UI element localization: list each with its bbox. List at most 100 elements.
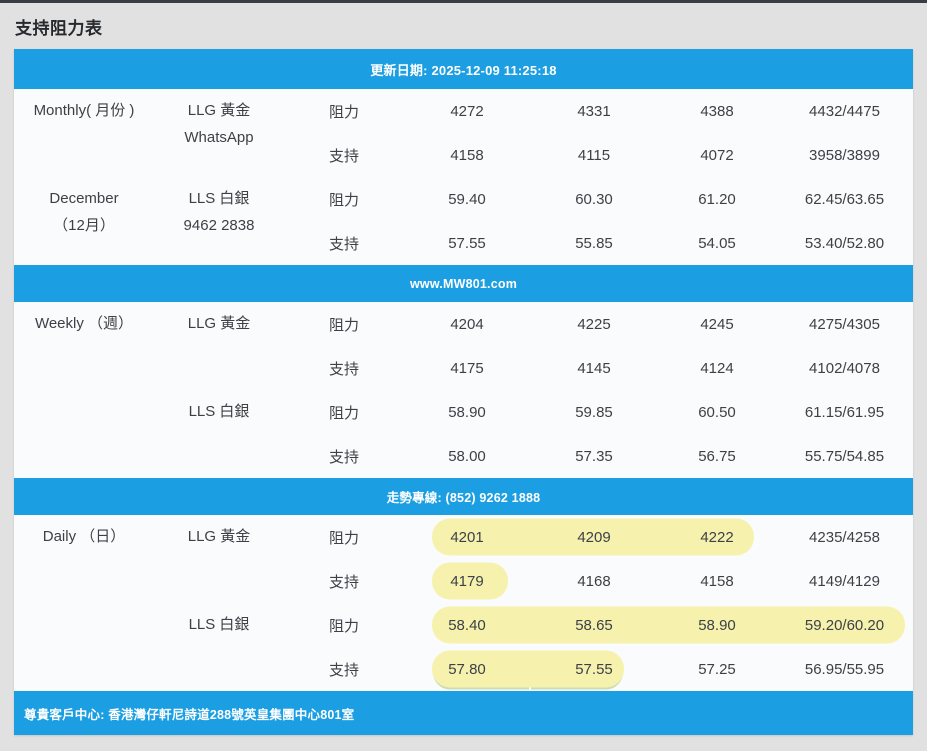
value-cell: 4072 — [658, 133, 776, 177]
period-cell: December （12月） — [14, 177, 154, 265]
period-line: December — [49, 190, 119, 207]
title-bar: 支持阻力表 — [0, 3, 927, 49]
row-type-label: 支持 — [284, 133, 404, 177]
table-row: Monthly( 月份 ) LLG 黃金 WhatsApp 阻力 4272 43… — [14, 89, 913, 177]
row-type-label: 支持 — [284, 346, 404, 390]
value-cell: 58.40 — [404, 603, 530, 647]
product-line: LLG 黃金 — [187, 102, 251, 119]
value-cell: 57.55 — [404, 221, 530, 265]
value-cell: 4175 — [404, 346, 530, 390]
period-line: Daily （日） — [42, 528, 126, 545]
combo-value-cell: 4432/4475 — [776, 89, 913, 133]
value-cell: 59.85 — [530, 390, 658, 434]
value-cell: 56.75 — [658, 434, 776, 478]
value-cell: 57.55 — [530, 647, 658, 691]
row-type-label: 支持 — [284, 434, 404, 478]
product-cell: LLS 白銀 — [154, 390, 284, 478]
table-row: December （12月） LLS 白銀 9462 2838 阻力 59.40… — [14, 177, 913, 265]
combo-value-cell: 59.20/60.20 — [776, 603, 913, 647]
product-cell: LLS 白銀 9462 2838 — [154, 177, 284, 265]
combo-value-cell: 56.95/55.95 — [776, 647, 913, 691]
combo-value-cell: 4149/4129 — [776, 559, 913, 603]
row-type-label: 支持 — [284, 221, 404, 265]
value-cell: 4331 — [530, 89, 658, 133]
product-cell: LLG 黃金 WhatsApp — [154, 89, 284, 177]
value-cell: 4388 — [658, 89, 776, 133]
value-cell: 4201 — [404, 515, 530, 559]
row-type-label: 阻力 — [284, 177, 404, 221]
value-cell: 61.20 — [658, 177, 776, 221]
combo-value-cell: 62.45/63.65 — [776, 177, 913, 221]
table-row: www.MW801.com — [14, 265, 913, 302]
value-cell: 54.05 — [658, 221, 776, 265]
value-cell: 58.90 — [658, 603, 776, 647]
product-cell: LLS 白銀 — [154, 603, 284, 691]
table-row: LLS 白銀 阻力 58.90 59.85 60.50 61.15/61.95 — [14, 390, 913, 478]
period-line: Weekly （週） — [34, 315, 134, 332]
row-type-label: 阻力 — [284, 515, 404, 559]
product-line: LLS 白銀 — [188, 190, 250, 207]
value-cell: 60.30 — [530, 177, 658, 221]
value-cell: 4124 — [658, 346, 776, 390]
table-row: 走勢專線: (852) 9262 1888 — [14, 478, 913, 515]
value-cell: 4179 — [404, 559, 530, 603]
product-cell: LLG 黃金 — [154, 302, 284, 390]
value-cell: 59.40 — [404, 177, 530, 221]
value-cell: 55.85 — [530, 221, 658, 265]
combo-value-cell: 55.75/54.85 — [776, 434, 913, 478]
period-line: （12月） — [53, 217, 115, 234]
value-cell: 57.35 — [530, 434, 658, 478]
combo-value-cell: 4275/4305 — [776, 302, 913, 346]
product-line: WhatsApp — [184, 129, 254, 146]
row-type-label: 阻力 — [284, 302, 404, 346]
value-cell: 57.80 — [404, 647, 530, 691]
table-row: Daily （日） LLG 黃金 阻力 4201 4209 4222 4235/… — [14, 515, 913, 603]
combo-value-cell: 4102/4078 — [776, 346, 913, 390]
value-cell: 4168 — [530, 559, 658, 603]
value-cell: 4158 — [658, 559, 776, 603]
row-type-label: 阻力 — [284, 603, 404, 647]
value-cell: 4204 — [404, 302, 530, 346]
value-cell: 57.25 — [658, 647, 776, 691]
value-cell: 4209 — [530, 515, 658, 559]
value-cell: 4222 — [658, 515, 776, 559]
combo-value-cell: 53.40/52.80 — [776, 221, 913, 265]
website-bar[interactable]: www.MW801.com — [14, 265, 913, 302]
row-type-label: 支持 — [284, 647, 404, 691]
row-type-label: 支持 — [284, 559, 404, 603]
table-row: 尊貴客戶中心: 香港灣仔軒尼詩道288號英皇集團中心801室 — [14, 691, 913, 735]
product-line: LLS 白銀 — [188, 403, 250, 420]
product-cell: LLG 黃金 — [154, 515, 284, 603]
period-cell: Daily （日） — [14, 515, 154, 603]
combo-value-cell: 4235/4258 — [776, 515, 913, 559]
product-line: 9462 2838 — [183, 217, 255, 234]
product-line: LLG 黃金 — [187, 315, 251, 332]
value-cell: 58.00 — [404, 434, 530, 478]
value-cell: 4272 — [404, 89, 530, 133]
table-row: Weekly （週） LLG 黃金 阻力 4204 4225 4245 4275… — [14, 302, 913, 390]
value-cell: 4158 — [404, 133, 530, 177]
support-resistance-table: 更新日期: 2025-12-09 11:25:18 Monthly( 月份 ) … — [14, 49, 913, 735]
update-date-bar: 更新日期: 2025-12-09 11:25:18 — [14, 49, 913, 89]
period-cell — [14, 390, 154, 478]
value-cell: 58.65 — [530, 603, 658, 647]
table-row: 更新日期: 2025-12-09 11:25:18 — [14, 49, 913, 89]
value-cell: 4245 — [658, 302, 776, 346]
period-cell: Monthly( 月份 ) — [14, 89, 154, 177]
value-cell: 4225 — [530, 302, 658, 346]
table-row: LLS 白銀 阻力 58.40 58.65 58.90 59.20/60.20 — [14, 603, 913, 691]
value-cell: 60.50 — [658, 390, 776, 434]
product-line: LLG 黃金 — [187, 528, 251, 545]
period-line: Monthly( 月份 ) — [33, 102, 135, 119]
row-type-label: 阻力 — [284, 89, 404, 133]
value-cell: 58.90 — [404, 390, 530, 434]
footer-address-bar: 尊貴客戶中心: 香港灣仔軒尼詩道288號英皇集團中心801室 — [14, 691, 913, 735]
row-type-label: 阻力 — [284, 390, 404, 434]
hotline-bar: 走勢專線: (852) 9262 1888 — [14, 478, 913, 515]
period-cell — [14, 603, 154, 691]
page-title: 支持阻力表 — [15, 19, 103, 38]
product-line: LLS 白銀 — [188, 616, 250, 633]
value-cell: 4115 — [530, 133, 658, 177]
value-cell: 4145 — [530, 346, 658, 390]
combo-value-cell: 61.15/61.95 — [776, 390, 913, 434]
